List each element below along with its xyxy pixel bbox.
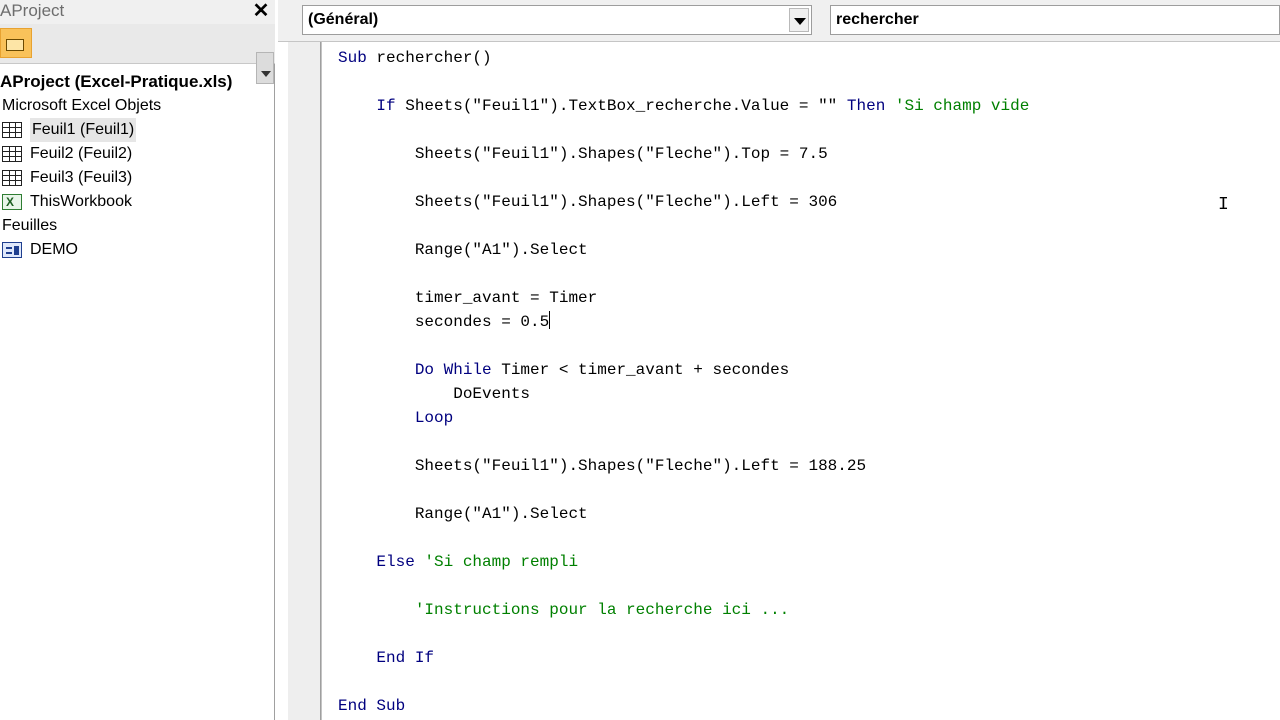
code-text: Range("A1").Select [338,505,588,523]
code-keyword: Sub [338,49,367,67]
code-comment: 'Si champ rempli [414,553,579,571]
project-pane-toolbar [0,24,275,84]
margin-indicator-bar[interactable] [288,42,322,720]
tree-item-label: AProject (Excel-Pratique.xls) [0,72,233,91]
code-line[interactable] [338,430,1278,454]
object-combobox-value: (Général) [308,11,379,28]
text-caret [549,311,551,329]
code-line[interactable]: secondes = 0.5 [338,310,1278,334]
code-line[interactable]: Sheets("Feuil1").Shapes("Fleche").Top = … [338,142,1278,166]
code-line[interactable]: End Sub [338,694,1278,718]
gutter-divider [320,42,321,720]
code-line[interactable]: Sheets("Feuil1").Shapes("Fleche").Left =… [338,454,1278,478]
code-comment: 'Instructions pour la recherche ici ... [338,601,790,619]
text-cursor-icon: Ι [1218,195,1229,215]
code-line[interactable] [338,526,1278,550]
code-line[interactable]: 'Instructions pour la recherche ici ... [338,598,1278,622]
code-text: secondes = 0.5 [338,313,550,331]
tree-item[interactable]: ThisWorkbook [0,190,275,214]
code-text: Range("A1").Select [338,241,588,259]
code-line[interactable] [338,262,1278,286]
worksheet-icon [2,146,22,162]
tree-item-label: Feuil1 (Feuil1) [30,118,137,142]
code-line[interactable]: Sub rechercher() [338,46,1278,70]
workbook-icon [2,190,22,214]
code-line[interactable]: Range("A1").Select [338,502,1278,526]
code-text: Sheets("Feuil1").Shapes("Fleche").Left =… [338,193,838,211]
code-keyword: Loop [414,409,454,427]
tree-item-label: Feuil3 (Feuil3) [30,169,133,186]
code-keyword: Do While [414,361,492,379]
project-tree: AProject (Excel-Pratique.xls) Microsoft E… [0,70,275,262]
code-line[interactable] [338,70,1278,94]
code-keyword: End If [376,649,435,667]
procedure-combobox[interactable]: rechercher [830,5,1280,35]
code-line[interactable]: DoEvents [338,382,1278,406]
tree-folder[interactable]: Microsoft Excel Objets [0,94,275,118]
code-text: Timer < timer_avant + secondes [491,361,790,379]
tree-item[interactable]: Feuil2 (Feuil2) [0,142,275,166]
code-line[interactable] [338,118,1278,142]
code-line[interactable] [338,622,1278,646]
toggle-folders-button[interactable] [0,28,32,58]
code-comment: 'Si champ vide [885,97,1030,115]
folder-icon [6,39,24,51]
code-line[interactable] [338,478,1278,502]
code-lines[interactable]: Sub rechercher() If Sheets("Feuil1").Tex… [338,46,1278,718]
worksheet-icon [2,122,22,138]
code-keyword: Else [376,553,415,571]
code-combo-bar: (Général) rechercher [278,0,1280,42]
userform-icon [2,242,22,258]
tree-item[interactable]: DEMO [0,238,275,262]
code-line[interactable]: Else 'Si champ rempli [338,550,1278,574]
code-text: rechercher() [366,49,492,67]
tree-item-label: Feuilles [2,217,58,234]
code-line[interactable] [338,214,1278,238]
code-text: Sheets("Feuil1").TextBox_recherche.Value… [395,97,847,115]
code-editor[interactable]: Sub rechercher() If Sheets("Feuil1").Tex… [278,42,1280,720]
tree-item-label: DEMO [30,241,78,258]
procedure-combobox-value: rechercher [836,11,919,28]
close-icon[interactable]: ✕ [250,1,272,21]
object-combobox[interactable]: (Général) [302,5,812,35]
tree-root[interactable]: AProject (Excel-Pratique.xls) [0,70,275,94]
code-window: (Général) rechercher Sub rechercher() If… [278,0,1280,720]
code-line[interactable]: End If [338,646,1278,670]
code-line[interactable]: Do While Timer < timer_avant + secondes [338,358,1278,382]
dropdown-arrow-icon[interactable] [789,8,809,32]
code-line[interactable]: Range("A1").Select [338,238,1278,262]
project-pane-titlebar: AProject ✕ [0,0,275,24]
code-line[interactable] [338,334,1278,358]
project-explorer-pane: AProject ✕ AProject (Excel-Pratique.xls)… [0,0,275,720]
code-line[interactable] [338,574,1278,598]
code-text: Sheets("Feuil1").Shapes("Fleche").Left =… [338,457,867,475]
code-line[interactable]: If Sheets("Feuil1").TextBox_recherche.Va… [338,94,1278,118]
code-line[interactable] [338,670,1278,694]
tree-item-label: Feuil2 (Feuil2) [30,145,133,162]
tree-item-label: Microsoft Excel Objets [2,97,162,114]
code-line[interactable]: Loop [338,406,1278,430]
tree-item[interactable]: Feuil1 (Feuil1) [0,118,275,142]
code-line[interactable] [338,166,1278,190]
tree-item[interactable]: Feuil3 (Feuil3) [0,166,275,190]
code-text: DoEvents [338,385,531,403]
code-keyword: If [376,97,396,115]
code-text: Sheets("Feuil1").Shapes("Fleche").Top = … [338,145,828,163]
tree-folder[interactable]: Feuilles [0,214,275,238]
code-line[interactable]: Sheets("Feuil1").Shapes("Fleche").Left =… [338,190,1278,214]
code-line[interactable]: timer_avant = Timer [338,286,1278,310]
code-text: timer_avant = Timer [338,289,598,307]
project-pane-title: AProject [0,1,65,20]
code-keyword: Then [846,97,886,115]
tree-item-label: ThisWorkbook [30,193,132,210]
code-keyword: End Sub [338,697,406,715]
worksheet-icon [2,170,22,186]
